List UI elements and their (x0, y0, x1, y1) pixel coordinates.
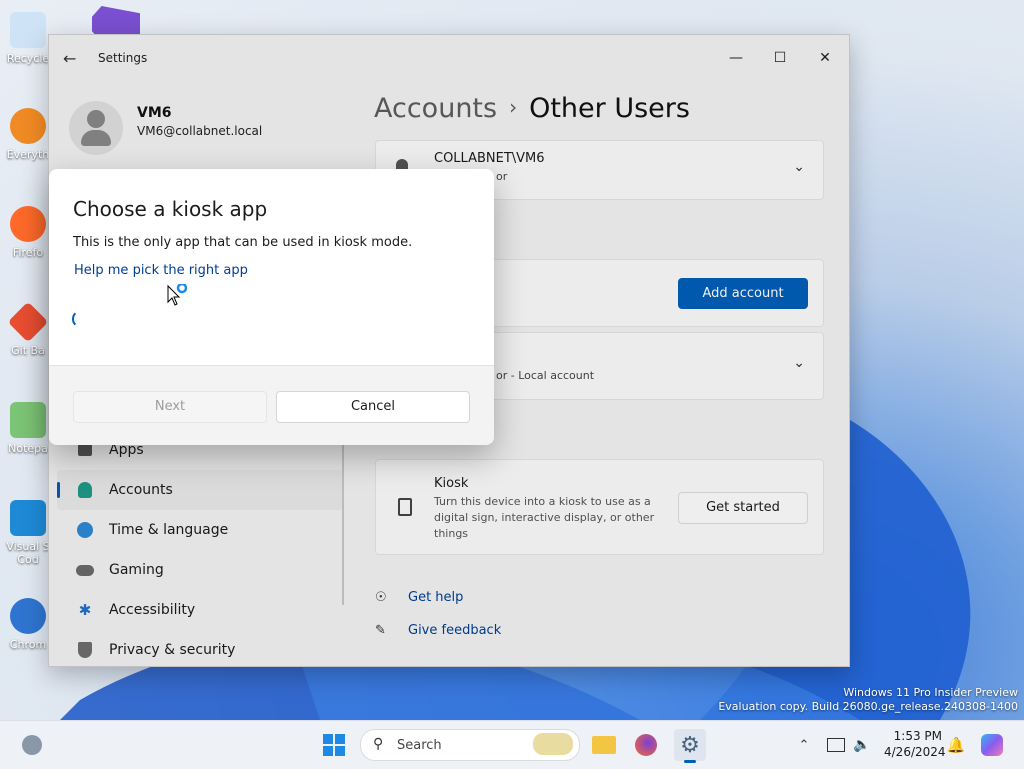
network-icon (827, 738, 845, 752)
chrome-icon (10, 598, 46, 634)
desktop-icon-recycle-bin[interactable]: Recycle (4, 12, 52, 65)
kiosk-app-dialog: Choose a kiosk app This is the only app … (49, 169, 494, 445)
desktop-icon-label: Chrom (9, 638, 47, 651)
search-highlight-icon (533, 733, 573, 755)
desktop-icon-label: Everyth (6, 148, 50, 161)
desktop-icon-label: Firefo (12, 246, 44, 259)
time: 1:53 PM (893, 729, 942, 743)
bell-icon: 🔔 (946, 736, 966, 754)
show-hidden-icons-button[interactable]: ⌃ (788, 729, 820, 761)
cancel-button[interactable]: Cancel (276, 391, 470, 423)
everything-icon (10, 108, 46, 144)
dialog-footer: Next Cancel (49, 365, 494, 445)
folder-icon (592, 736, 616, 754)
busy-cursor-icon (167, 284, 188, 306)
search-icon: ⚲ (373, 736, 384, 752)
taskbar-search[interactable]: ⚲ Search (360, 729, 580, 761)
file-explorer-button[interactable] (588, 729, 620, 761)
dialog-title: Choose a kiosk app (73, 197, 268, 221)
desktop-icon-label: Visual S Cod (6, 540, 50, 566)
desktop-icon-vscode[interactable]: Visual S Cod (4, 500, 52, 566)
copilot-button[interactable] (976, 729, 1008, 761)
git-icon (7, 301, 49, 343)
watermark-line: Windows 11 Pro Insider Preview (843, 686, 1018, 699)
recycle-bin-icon (10, 12, 46, 48)
date: 4/26/2024 (884, 745, 946, 759)
loading-spinner-icon (72, 310, 90, 328)
watermark-line: Evaluation copy. Build 26080.ge_release.… (718, 700, 1018, 713)
firefox-icon (635, 734, 657, 756)
dialog-text: This is the only app that can be used in… (73, 235, 413, 250)
desktop-icon-everything[interactable]: Everyth (4, 108, 52, 161)
next-button[interactable]: Next (73, 391, 267, 423)
clock[interactable]: 1:53 PM 4/26/2024 (884, 728, 946, 760)
notepad-icon (10, 402, 46, 438)
desktop-icon-git-bash[interactable]: Git Ba (4, 301, 52, 357)
settings-taskbar-button[interactable]: ⚙ (674, 729, 706, 763)
chevron-up-icon: ⌃ (798, 737, 810, 753)
copilot-icon (981, 734, 1003, 756)
evaluation-watermark: Windows 11 Pro Insider Preview Evaluatio… (718, 686, 1018, 714)
weather-icon (22, 735, 42, 755)
speaker-muted-icon: 🔈 (853, 737, 871, 753)
active-indicator (684, 760, 696, 763)
desktop-icon-label: Git Ba (11, 344, 45, 357)
taskbar: ⚲ Search ⚙ ⌃ 🔈 1:53 PM 4/26/2024 🔔 (0, 720, 1024, 769)
desktop-icon-notepad[interactable]: Notepa (4, 402, 52, 455)
firefox-icon (10, 206, 46, 242)
help-pick-app-link[interactable]: Help me pick the right app (74, 263, 248, 278)
desktop-icon-firefox[interactable]: Firefo (4, 206, 52, 259)
desktop-icon-label: Notepa (8, 442, 48, 455)
desktop-icon-chrome[interactable]: Chrom (4, 598, 52, 651)
widgets-button[interactable] (16, 729, 48, 761)
volume-button[interactable]: 🔈 (846, 729, 878, 761)
notifications-button[interactable]: 🔔 (940, 729, 972, 761)
desktop-icon-label: Recycle (6, 52, 50, 65)
gear-icon: ⚙ (680, 732, 700, 758)
vscode-icon (10, 500, 46, 536)
firefox-taskbar-button[interactable] (630, 729, 662, 761)
search-placeholder: Search (397, 738, 442, 753)
windows-logo-icon (323, 734, 345, 756)
start-button[interactable] (318, 729, 350, 761)
